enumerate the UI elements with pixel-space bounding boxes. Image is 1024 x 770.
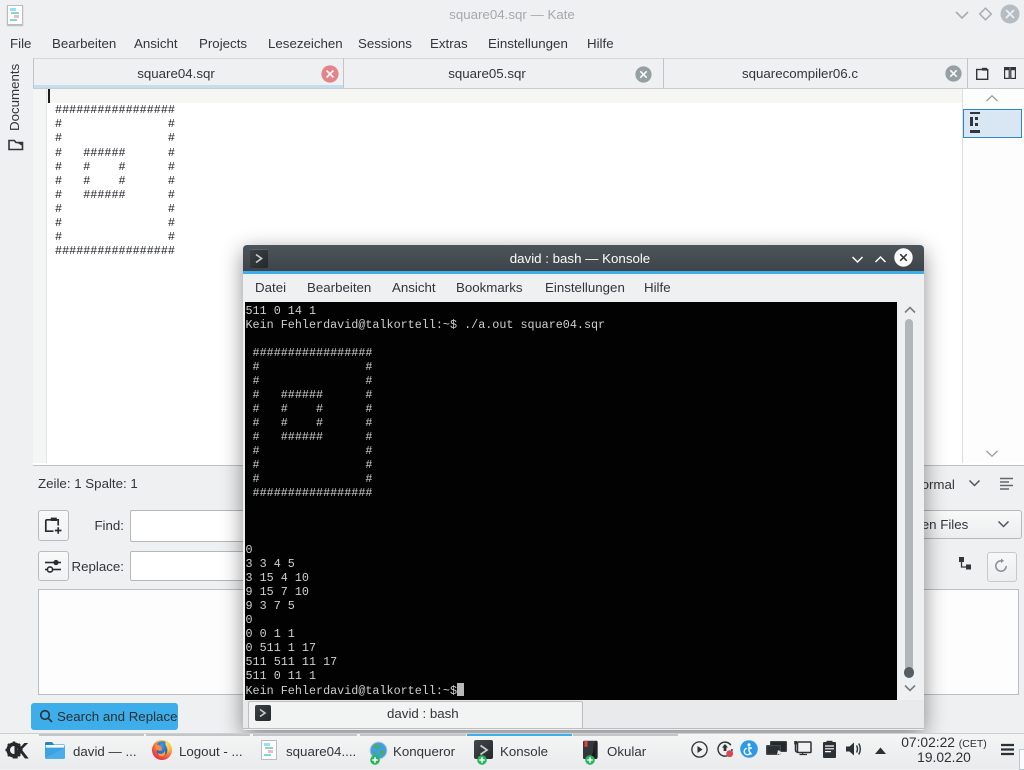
svg-text:K: K xyxy=(13,739,29,764)
